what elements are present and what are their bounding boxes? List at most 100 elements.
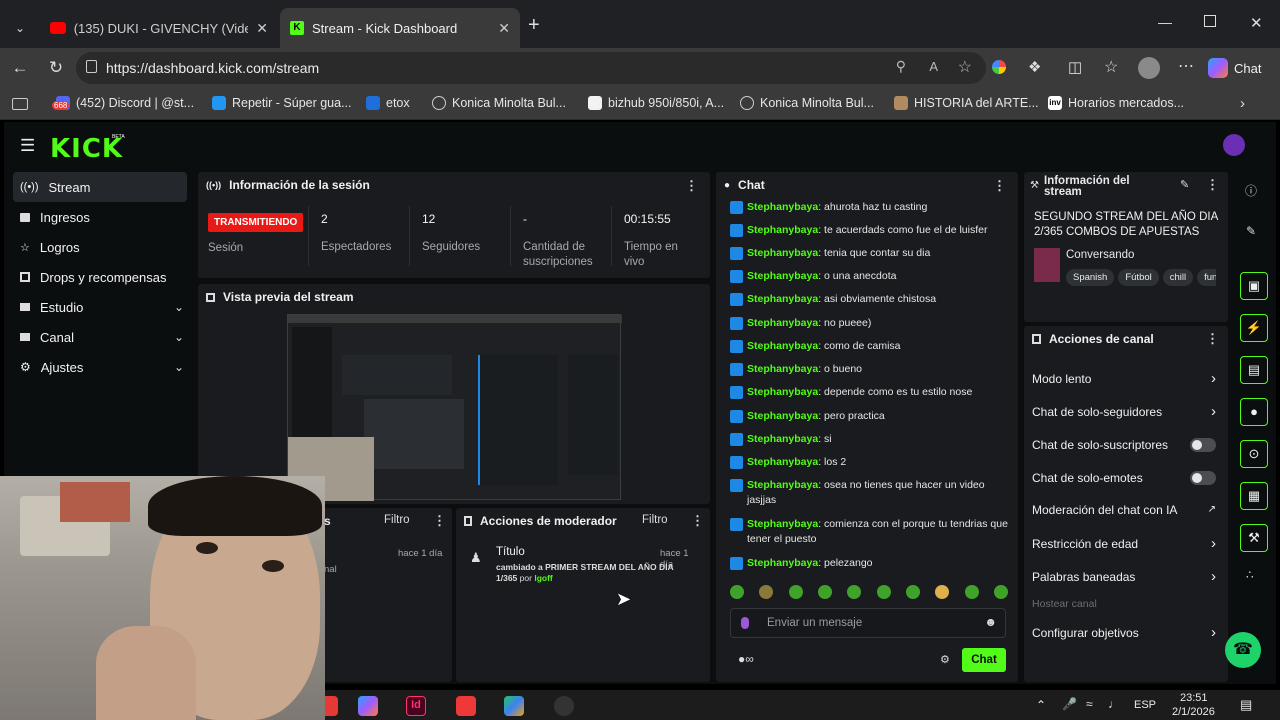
chat-username[interactable]: Stephanybaya — [747, 247, 818, 259]
clock-date[interactable]: 2/1/2026 — [1172, 706, 1215, 718]
bookmark-repetir[interactable]: Repetir - Súper gua... — [212, 96, 352, 110]
rail-button-chat-icon[interactable]: ● — [1240, 398, 1268, 426]
panel-menu-icon[interactable]: ⋮ — [1206, 177, 1219, 193]
edit-pencil-icon[interactable]: ✎ — [1180, 178, 1189, 191]
emote-icon[interactable] — [817, 585, 832, 599]
more-menu-icon[interactable]: ⋯ — [1178, 56, 1194, 76]
url-field[interactable]: https://dashboard.kick.com/stream ⚲ A ☆ — [76, 52, 986, 84]
sidebar-item-drops[interactable]: Drops y recompensas — [4, 262, 196, 292]
info-icon[interactable]: ⓘ — [1245, 182, 1257, 199]
back-icon[interactable]: ← — [8, 56, 32, 80]
bookmark-discord[interactable]: 668 (452) Discord | @st... — [52, 96, 194, 110]
rail-button-lightning-icon[interactable]: ⚡ — [1240, 314, 1268, 342]
emote-icon[interactable] — [788, 585, 803, 599]
m365-icon[interactable] — [504, 696, 524, 716]
chat-username[interactable]: Stephanybaya — [747, 456, 818, 468]
points-icon[interactable]: ∴ — [1246, 568, 1254, 582]
chat-username[interactable]: Stephanybaya — [747, 386, 818, 398]
points-icon[interactable]: ●∞ — [738, 652, 754, 666]
bookmark-konica-1[interactable]: Konica Minolta Bul... — [432, 96, 566, 110]
chat-input[interactable]: Enviar un mensaje ☻ — [730, 608, 1006, 638]
tag[interactable]: fun — [1197, 269, 1216, 286]
panel-menu-icon[interactable]: ⋮ — [1206, 331, 1219, 347]
read-aloud-icon[interactable]: A — [929, 59, 938, 74]
bookmark-etox[interactable]: etox — [366, 96, 410, 110]
chat-username[interactable]: Stephanybaya — [747, 518, 818, 530]
rail-button-layout-icon[interactable]: ▦ — [1240, 482, 1268, 510]
emotes-only-toggle[interactable] — [1190, 471, 1216, 485]
close-tab-icon[interactable]: ✕ — [498, 20, 510, 37]
panel-menu-icon[interactable]: ⋮ — [685, 178, 698, 194]
tag[interactable]: Fútbol — [1118, 269, 1159, 286]
emote-icon[interactable] — [993, 585, 1008, 599]
chat-settings-gear-icon[interactable]: ⚙ — [940, 653, 950, 666]
favorite-star-icon[interactable]: ☆ — [958, 57, 972, 77]
panel-menu-icon[interactable]: ⋮ — [993, 178, 1006, 194]
emote-icon[interactable] — [964, 585, 979, 599]
action-slow-mode[interactable]: Modo lento › — [1032, 370, 1216, 387]
split-screen-icon[interactable]: ◫ — [1068, 58, 1082, 76]
action-followers-only[interactable]: Chat de solo-seguidores › — [1032, 403, 1216, 420]
site-info-icon[interactable] — [86, 60, 97, 73]
minimize-icon[interactable]: — — [1158, 14, 1172, 30]
sidebar-item-logros[interactable]: ☆ Logros — [4, 232, 196, 262]
bookmark-bizhub[interactable]: bizhub 950i/850i, A... — [588, 96, 724, 110]
recorder-icon[interactable] — [554, 696, 574, 716]
sidebar-item-ingresos[interactable]: Ingresos — [4, 202, 196, 232]
sidebar-item-canal[interactable]: Canal ⌄ — [4, 322, 196, 352]
send-chat-button[interactable]: Chat — [962, 648, 1006, 672]
category-name[interactable]: Conversando — [1066, 249, 1134, 261]
emote-icon[interactable] — [935, 585, 950, 599]
action-set-goals[interactable]: Configurar objetivos › — [1032, 624, 1216, 641]
chat-username[interactable]: Stephanybaya — [747, 317, 818, 329]
clock-time[interactable]: 23:51 — [1180, 692, 1208, 704]
favorites-icon[interactable]: ☆ — [1104, 57, 1118, 77]
sidebar-item-estudio[interactable]: Estudio ⌄ — [4, 292, 196, 322]
copilot-button[interactable]: Chat — [1208, 54, 1261, 82]
chat-username[interactable]: Stephanybaya — [747, 293, 818, 305]
panel-menu-icon[interactable]: ⋮ — [691, 513, 704, 529]
volume-icon[interactable]: ♩ — [1108, 697, 1120, 711]
wifi-icon[interactable]: ≈ — [1086, 697, 1093, 711]
support-headset-icon[interactable]: ☎ — [1225, 632, 1261, 668]
close-tab-icon[interactable]: ✕ — [256, 20, 268, 37]
stream-preview-video[interactable] — [287, 314, 622, 501]
new-tab-button[interactable]: + — [528, 14, 540, 37]
filter-button[interactable]: Filtro — [642, 514, 668, 526]
chat-username[interactable]: Stephanybaya — [747, 270, 818, 282]
user-avatar[interactable] — [1223, 134, 1245, 156]
chat-username[interactable]: Stephanybaya — [747, 433, 818, 445]
emote-icon[interactable] — [759, 585, 774, 599]
tag[interactable]: Spanish — [1066, 269, 1115, 286]
profile-avatar[interactable] — [1138, 57, 1160, 79]
emote-icon[interactable] — [730, 585, 744, 599]
tag[interactable]: chill — [1162, 269, 1194, 286]
chat-username[interactable]: Stephanybaya — [747, 557, 818, 569]
collections-icon[interactable] — [12, 98, 28, 110]
close-window-icon[interactable]: ✕ — [1250, 14, 1263, 32]
tray-chevron-up-icon[interactable]: ⌃ — [1036, 698, 1046, 712]
edit-pencil-icon[interactable]: ✎ — [1246, 224, 1256, 238]
rail-button-camera-icon[interactable]: ▣ — [1240, 272, 1268, 300]
action-banned-words[interactable]: Palabras baneadas › — [1032, 568, 1216, 585]
reload-icon[interactable]: ↻ — [44, 56, 68, 80]
browser-tab-youtube[interactable]: (135) DUKI - GIVENCHY (Video Ofi ✕ — [40, 8, 278, 48]
indesign-icon[interactable]: Id — [406, 696, 426, 716]
action-ai-moderation[interactable]: Moderación del chat con IA ↗ — [1032, 503, 1216, 517]
chat-username[interactable]: Stephanybaya — [747, 224, 818, 236]
browser-tab-kick[interactable]: K Stream - Kick Dashboard ✕ — [280, 8, 520, 48]
mod-action-user[interactable]: lgoff — [534, 573, 552, 583]
restore-icon[interactable] — [1204, 15, 1216, 27]
hamburger-menu-icon[interactable]: ☰ — [20, 136, 35, 156]
chat-username[interactable]: Stephanybaya — [747, 410, 818, 422]
chat-username[interactable]: Stephanybaya — [747, 201, 818, 213]
copilot-taskbar-icon[interactable] — [358, 696, 378, 716]
microphone-icon[interactable] — [741, 617, 749, 629]
extension-color-icon[interactable] — [992, 60, 1006, 74]
bookmark-konica-2[interactable]: Konica Minolta Bul... — [740, 96, 874, 110]
emote-icon[interactable] — [905, 585, 920, 599]
bookmark-historia[interactable]: HISTORIA del ARTE... — [894, 96, 1039, 110]
chat-username[interactable]: Stephanybaya — [747, 479, 818, 491]
chat-username[interactable]: Stephanybaya — [747, 340, 818, 352]
filter-button[interactable]: Filtro — [384, 514, 410, 526]
